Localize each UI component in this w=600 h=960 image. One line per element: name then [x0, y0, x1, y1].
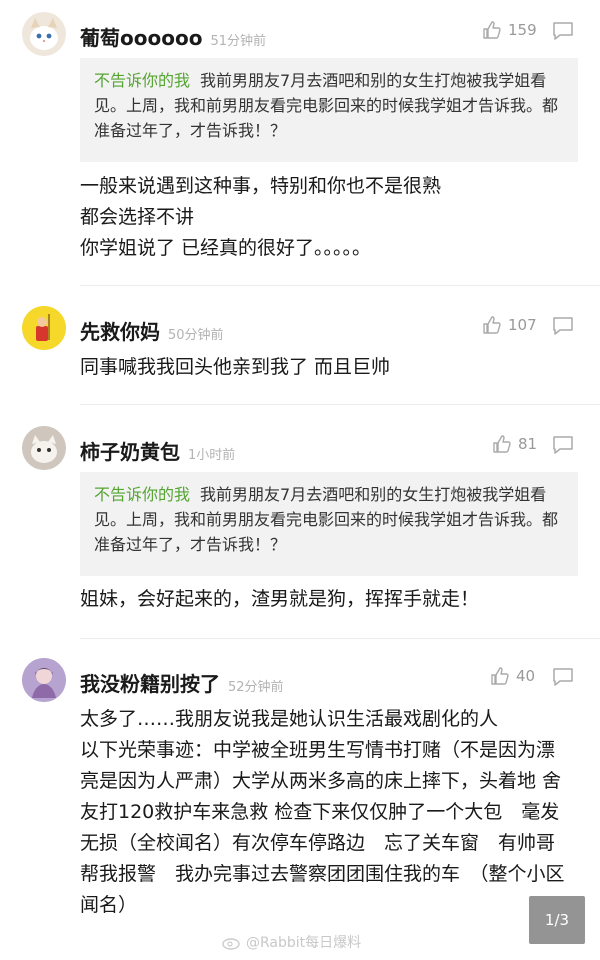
avatar[interactable]: [22, 306, 66, 350]
divider: [80, 285, 600, 286]
reply-icon[interactable]: [552, 435, 574, 459]
reply-icon[interactable]: [552, 667, 574, 691]
comment-author[interactable]: 我没粉籍别按了 52分钟前: [80, 668, 284, 697]
reply-icon[interactable]: [552, 316, 574, 340]
quoted-author[interactable]: 不告诉你的我: [94, 485, 190, 504]
thumbs-up-icon: [483, 316, 501, 334]
avatar[interactable]: [22, 12, 66, 56]
quoted-comment[interactable]: 不告诉你的我 我前男朋友7月去酒吧和别的女生打炮被我学姐看见。上周，我和前男朋友看…: [80, 472, 578, 576]
weibo-icon: [222, 938, 240, 950]
comment-author[interactable]: 柿子奶黄包 1小时前: [80, 436, 235, 465]
comment-time: 52分钟前: [228, 680, 284, 695]
comment-author[interactable]: 先救你妈 50分钟前: [80, 316, 224, 345]
like-button[interactable]: 81: [492, 434, 537, 454]
reply-icon[interactable]: [552, 21, 574, 45]
comment-text: 一般来说遇到这种事，特别和你也不是很熟 都会选择不讲 你学姐说了 已经真的很好了…: [80, 175, 442, 259]
comment-time: 50分钟前: [168, 328, 224, 343]
like-button[interactable]: 40: [490, 666, 535, 686]
thumbs-up-icon: [491, 667, 509, 685]
divider: [80, 638, 600, 639]
page-indicator[interactable]: 1/3: [529, 896, 585, 944]
comment-text: 太多了……我朋友说我是她认识生活最戏剧化的人 以下光荣事迹：中学被全班男生写情书…: [80, 708, 565, 916]
avatar[interactable]: [22, 658, 66, 702]
quoted-author[interactable]: 不告诉你的我: [94, 71, 190, 90]
thumbs-up-icon: [493, 435, 511, 453]
comment-text: 同事喊我我回头他亲到我了 而且巨帅: [80, 356, 391, 378]
like-count: 81: [518, 435, 538, 453]
divider: [80, 404, 600, 405]
like-count: 40: [516, 667, 536, 685]
comment-time: 51分钟前: [210, 34, 266, 49]
thumbs-up-icon: [483, 21, 501, 39]
like-count: 159: [508, 21, 537, 39]
watermark: @Rabbit每日爆料: [222, 932, 361, 952]
like-button[interactable]: 107: [482, 315, 537, 335]
avatar[interactable]: [22, 426, 66, 470]
like-count: 107: [508, 316, 537, 334]
comment-time: 1小时前: [188, 448, 236, 463]
comment-author[interactable]: 葡萄oooooo 51分钟前: [80, 22, 266, 51]
quoted-comment[interactable]: 不告诉你的我 我前男朋友7月去酒吧和别的女生打炮被我学姐看见。上周，我和前男朋友看…: [80, 58, 578, 162]
comment-text: 姐妹，会好起来的，渣男就是狗，挥挥手就走！: [80, 588, 480, 610]
like-button[interactable]: 159: [482, 20, 537, 40]
